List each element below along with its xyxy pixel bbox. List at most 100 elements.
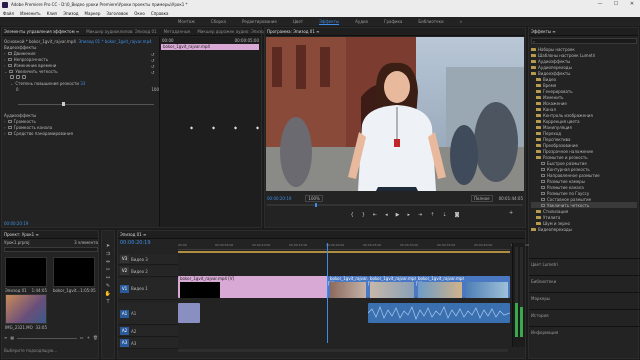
pen-tool-icon[interactable]: ✎ xyxy=(106,283,110,289)
go-to-in-icon[interactable]: ⇤ xyxy=(373,212,377,218)
audio-clip[interactable] xyxy=(178,303,200,323)
effect-opacity[interactable]: Непрозрачность xyxy=(14,57,49,62)
track-target[interactable]: V1 xyxy=(120,284,129,293)
workspace-tab-active[interactable]: Эффекты xyxy=(319,19,340,25)
play-icon[interactable]: ▶ xyxy=(396,212,400,218)
effect-mini-timeline[interactable]: 00:00 00:00:05:00 bokor_1gvit_rajvar.mp4 … xyxy=(159,37,261,227)
collapsed-panel-tab[interactable]: Цвет Lumetri xyxy=(529,258,639,275)
workspace-tab[interactable]: Библиотеки xyxy=(418,19,443,24)
effects-folder-item[interactable]: Видеопереходы xyxy=(531,226,637,232)
timeline-scrollbar[interactable] xyxy=(178,349,508,352)
zoom-slider[interactable] xyxy=(17,338,77,339)
menu-window[interactable]: Окно xyxy=(134,11,145,16)
video-clip[interactable]: bokor_1gvit_rajvar.mp4 [V] xyxy=(368,276,417,298)
mask-pen-icon[interactable] xyxy=(22,75,26,79)
zoom-select[interactable]: 100% xyxy=(305,194,323,202)
workspace-tab[interactable]: Аудио xyxy=(355,19,368,24)
razor-tool-icon[interactable]: ✂ xyxy=(106,267,110,273)
video-clip[interactable] xyxy=(464,276,510,298)
extract-icon[interactable]: ⇣ xyxy=(442,212,446,218)
effect-controls-timecode[interactable]: 00:00:20:19 xyxy=(4,221,28,226)
collapsed-panel-tab[interactable]: История xyxy=(529,309,639,326)
slip-tool-icon[interactable]: ↔ xyxy=(106,275,110,281)
program-scrubber[interactable] xyxy=(267,204,523,206)
menu-edit[interactable]: Изменить xyxy=(20,11,41,16)
track-target[interactable]: A1 xyxy=(120,309,129,318)
sequence-clip-name[interactable]: Эпизод 01 * bokor_1gvit_rajvar.mp4 xyxy=(78,39,151,44)
export-frame-icon[interactable]: ◙ xyxy=(455,212,460,218)
mask-ellipse-icon[interactable] xyxy=(10,75,14,79)
menu-sequence[interactable]: Эпизод xyxy=(63,11,78,16)
project-thumb-sequence[interactable] xyxy=(5,257,47,287)
tab-effect-controls[interactable]: Элементы управления эффектом ≡ xyxy=(4,29,79,34)
tab-audio-track-mixer[interactable]: Микшер дорожек аудио: Эпизод 01 xyxy=(197,29,272,34)
type-tool-icon[interactable]: T xyxy=(106,299,109,305)
track-target[interactable]: V2 xyxy=(120,267,129,275)
track-target[interactable]: V3 xyxy=(120,255,129,263)
step-forward-icon[interactable]: ▸ xyxy=(407,212,410,218)
go-to-out-icon[interactable]: ⇥ xyxy=(418,212,422,218)
effect-volume[interactable]: Громкость xyxy=(14,119,36,124)
tab-audio-clip-mixer[interactable]: Микшер аудиоклипов: Эпизод 01 xyxy=(86,29,156,34)
workspace-overflow-button[interactable]: » xyxy=(460,19,462,24)
video-clip[interactable]: bokor_1gvit_rajvar.mp4 [V] xyxy=(178,276,328,298)
hand-tool-icon[interactable]: ✋ xyxy=(105,291,111,297)
sharpen-slider-track[interactable] xyxy=(18,104,154,105)
tab-metadata[interactable]: Метаданные xyxy=(164,29,191,34)
workspace-tab[interactable]: Сборка xyxy=(211,19,226,24)
menu-title[interactable]: Заголовок xyxy=(106,11,128,16)
add-button-icon[interactable]: + xyxy=(509,210,513,216)
effect-motion[interactable]: Движение xyxy=(14,51,36,56)
tab-program-monitor[interactable]: Программа: Эпизод 01 ≡ xyxy=(267,29,320,34)
workspace-tab[interactable]: Монтаж xyxy=(178,19,195,24)
project-thumb-image[interactable] xyxy=(5,294,47,324)
step-back-icon[interactable]: ◂ xyxy=(385,212,388,218)
video-clip[interactable]: bokor_1gvit_rajvar.mp4 [V] xyxy=(328,276,377,298)
mark-out-icon[interactable]: } xyxy=(362,212,365,218)
workspace-tab[interactable]: Редактирование xyxy=(242,19,277,24)
delete-icon[interactable]: 🗑 xyxy=(93,335,98,341)
effect-sharpen[interactable]: Увеличить четкость xyxy=(15,69,57,74)
work-area-bar[interactable] xyxy=(178,251,510,253)
video-clip[interactable]: bokor_1gvit_rajvar.mp4 [V] xyxy=(416,276,465,298)
tab-effects[interactable]: Эффекты ≡ xyxy=(531,29,556,34)
reset-icon[interactable]: ↺ xyxy=(151,70,157,76)
tab-timeline[interactable]: Эпизод 01 ≡ xyxy=(120,232,146,237)
lift-icon[interactable]: ⇡ xyxy=(430,212,434,218)
mini-timeline-clip[interactable]: bokor_1gvit_rajvar.mp4 xyxy=(161,44,259,50)
collapsed-panel-tab[interactable]: Информация xyxy=(529,326,639,343)
workspace-tab[interactable]: Цвет xyxy=(293,19,303,24)
menu-clip[interactable]: Клип xyxy=(47,11,58,16)
minimize-button[interactable]: — xyxy=(592,0,608,9)
effect-time-remap[interactable]: Изменение времени xyxy=(14,63,57,68)
new-bin-icon[interactable]: ▭ xyxy=(80,335,84,341)
keyframe-icon[interactable]: ◆ xyxy=(212,125,215,130)
timeline-timecode[interactable]: 00:00:20:19 xyxy=(120,240,151,246)
collapsed-panel-tab[interactable]: Маркеры xyxy=(529,292,639,309)
sharpen-slider-handle[interactable] xyxy=(62,102,65,106)
ripple-edit-tool-icon[interactable]: ⇹ xyxy=(106,259,110,265)
effects-search-input[interactable]: ⌕ xyxy=(531,38,637,44)
menu-file[interactable]: Файл xyxy=(3,11,14,16)
menu-marker[interactable]: Маркер xyxy=(85,11,101,16)
effect-panner[interactable]: Средство панорамирования xyxy=(14,131,73,136)
keyframe-icon[interactable]: ◆ xyxy=(190,125,193,130)
quality-select[interactable]: Полное xyxy=(471,194,493,202)
effect-channel-volume[interactable]: Громкость канала xyxy=(14,125,52,130)
icon-view-icon[interactable]: ▦ xyxy=(10,335,14,341)
project-thumb-clip[interactable] xyxy=(53,257,95,287)
tab-project[interactable]: Проект: Урок1 ≡ xyxy=(4,232,39,237)
track-target[interactable]: A2 xyxy=(120,327,129,335)
collapsed-panel-tab[interactable]: Библиотеки xyxy=(529,275,639,292)
selection-tool-icon[interactable]: ➤ xyxy=(106,243,110,249)
program-timecode-in[interactable]: 00:00:20:19 xyxy=(267,196,291,201)
audio-clip[interactable] xyxy=(367,303,511,323)
keyframe-icon[interactable]: ◆ xyxy=(256,125,259,130)
maximize-button[interactable]: ☐ xyxy=(608,0,624,9)
program-playhead[interactable] xyxy=(315,203,317,207)
sharpen-amount-value[interactable]: 33 xyxy=(80,81,85,86)
mark-in-icon[interactable]: { xyxy=(351,212,354,218)
menu-help[interactable]: Справка xyxy=(151,11,169,16)
keyframe-icon[interactable]: ◆ xyxy=(234,125,237,130)
mask-rect-icon[interactable] xyxy=(16,75,20,79)
